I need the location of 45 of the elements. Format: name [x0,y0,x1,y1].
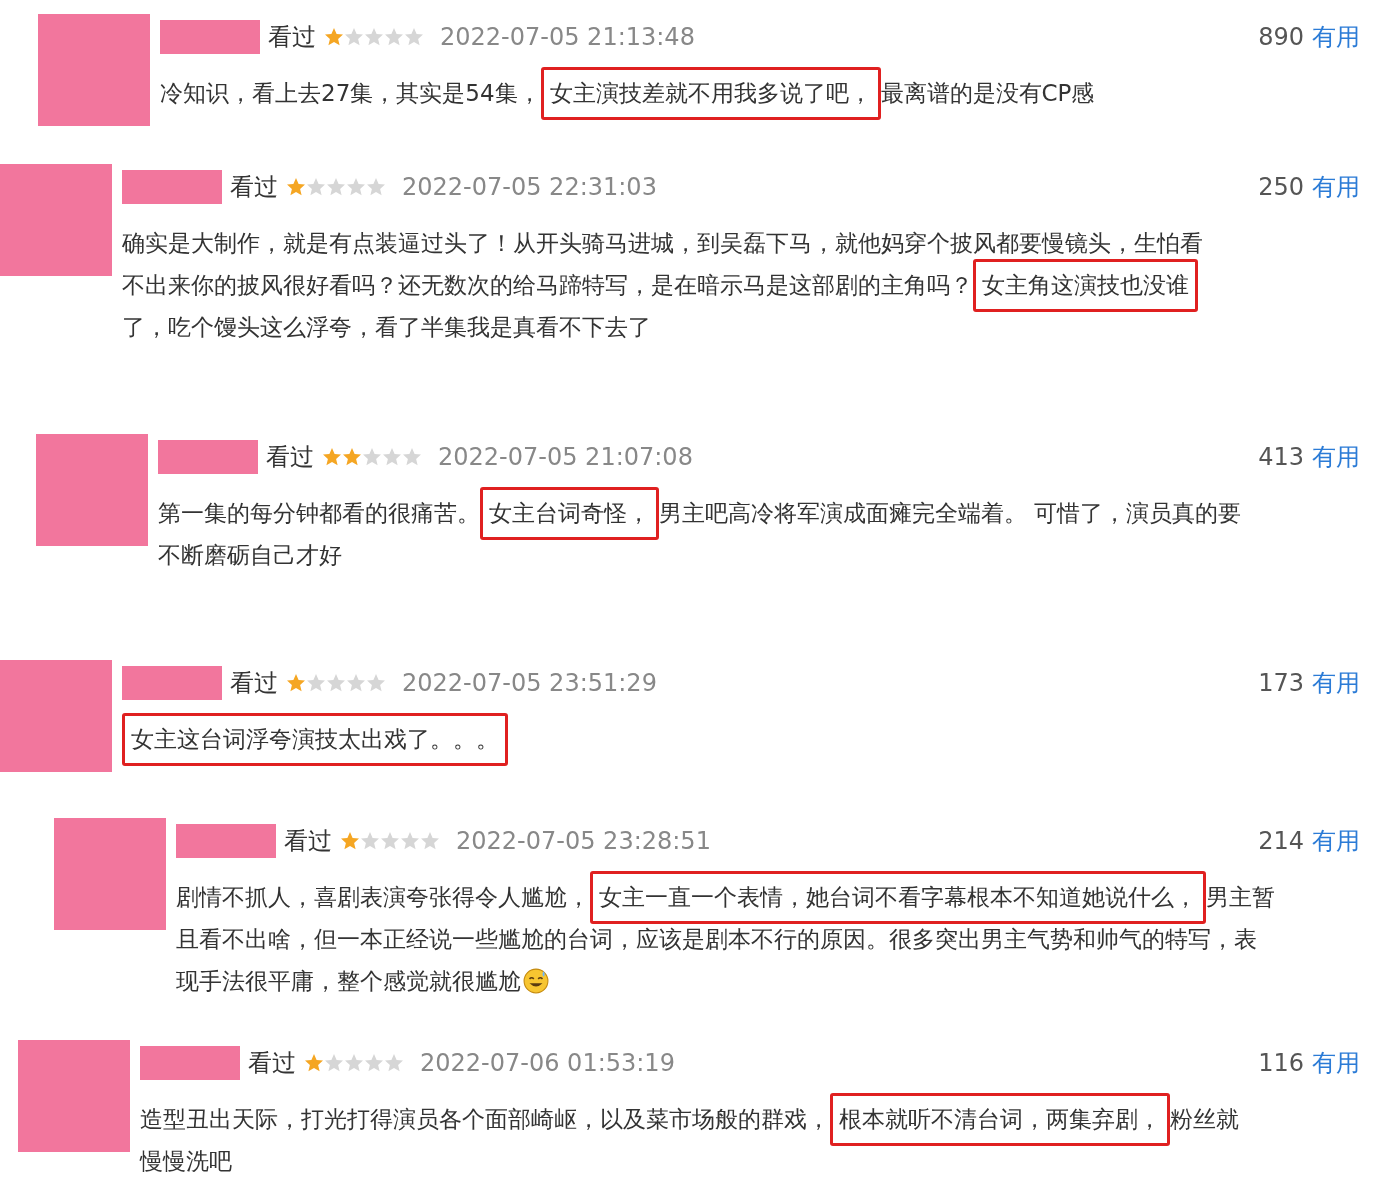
review-time: 2022-07-05 23:28:51 [456,827,711,855]
review-time: 2022-07-05 21:13:48 [440,23,695,51]
watch-status: 看过 [230,172,278,203]
review-text: 现手法很平庸，整个感觉就很尴尬 [176,966,521,996]
watch-status: 看过 [266,442,314,473]
review-text: 男主暂 [1206,882,1275,912]
useful-link[interactable]: 有用 [1312,441,1360,473]
review-text: 确实是大制作，就是有点装逼过头了！从开头骑马进城，到吴磊下马，就他妈穿个披风都要慢镜头，生怕看 [122,228,1203,258]
useful-link[interactable]: 有用 [1312,825,1360,857]
highlighted-text: 女主一直一个表情，她台词不看字幕根本不知道她说什么， [590,870,1206,924]
useful-count: 413 [1258,443,1304,471]
highlighted-text: 女主台词奇怪， [480,486,659,540]
review-text: 第一集的每分钟都看的很痛苦。 [158,498,480,528]
review-text: 最离谱的是没有CP感 [880,78,1095,108]
highlighted-text: 根本就听不清台词，两集弃剧， [830,1092,1170,1146]
review-time: 2022-07-05 22:31:03 [402,173,657,201]
highlighted-text: 女主角这演技也没谁 [973,258,1198,312]
highlighted-text: 女主演技差就不用我多说了吧， [540,66,881,120]
watch-status: 看过 [268,22,316,53]
review-text: 且看不出啥，但一本正经说一些尴尬的台词，应该是剧本不行的原因。很多突出男主气势和帅气的特写，表 [176,924,1257,954]
review-time: 2022-07-05 21:07:08 [438,443,693,471]
useful-link[interactable]: 有用 [1312,21,1360,53]
review-text: 粉丝就 [1170,1104,1239,1134]
useful-link[interactable]: 有用 [1312,667,1360,699]
review-time: 2022-07-05 23:51:29 [402,669,657,697]
useful-link[interactable]: 有用 [1312,171,1360,203]
useful-link[interactable]: 有用 [1312,1047,1360,1079]
review-text: 剧情不抓人，喜剧表演夸张得令人尴尬， [176,882,590,912]
watch-status: 看过 [248,1048,296,1079]
review-text: 不出来你的披风很好看吗？还无数次的给马蹄特写，是在暗示马是这部剧的主角吗？ [122,270,973,300]
review-text: 冷知识，看上去27集，其实是54集， [160,78,541,108]
useful-count: 214 [1258,827,1304,855]
watch-status: 看过 [284,826,332,857]
review-text: 不断磨砺自己才好 [158,540,342,570]
review-text: 造型丑出天际，打光打得演员各个面部崎岖，以及菜市场般的群戏， [140,1104,830,1134]
watch-status: 看过 [230,668,278,699]
useful-count: 116 [1258,1049,1304,1077]
useful-count: 173 [1258,669,1304,697]
highlighted-text: 女主这台词浮夸演技太出戏了。。。 [122,712,508,766]
review-text: 男主吧高冷将军演成面瘫完全端着。 可惜了，演员真的要 [659,498,1242,528]
useful-count: 250 [1258,173,1304,201]
review-time: 2022-07-06 01:53:19 [420,1049,675,1077]
useful-count: 890 [1258,23,1304,51]
review-text: 慢慢洗吧 [140,1146,232,1176]
review-text: 了，吃个馒头这么浮夸，看了半集我是真看不下去了 [122,312,651,342]
